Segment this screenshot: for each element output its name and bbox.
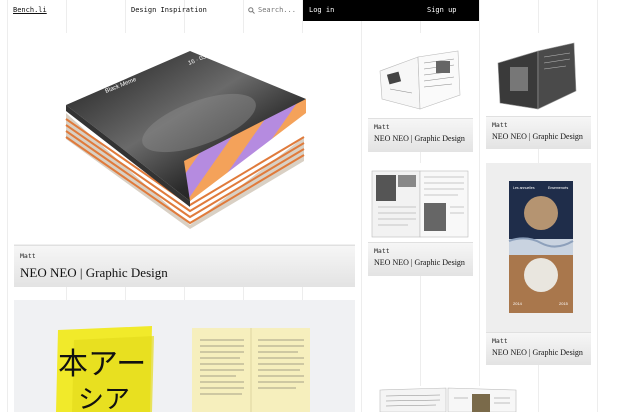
project-card[interactable]: Black Meme 16 · 03 · 01 Matt NEO NEO | G… — [14, 33, 355, 287]
signup-link[interactable]: Sign up — [427, 0, 457, 21]
nav-design-inspiration[interactable]: Design Inspiration — [131, 0, 207, 21]
login-link[interactable]: Log in — [309, 0, 334, 21]
card-caption: Matt NEO NEO | Graphic Design — [368, 242, 473, 276]
search-icon — [248, 7, 255, 14]
auth-bar: Log in Sign up — [303, 0, 479, 21]
project-card[interactable] — [376, 386, 521, 412]
project-card[interactable]: 本アー シア — [14, 300, 355, 412]
card-author[interactable]: Matt — [20, 252, 36, 260]
card-image-poster-circles: Les annuelles Ensemencés 2014 2015 — [486, 163, 591, 333]
grid-line — [597, 0, 598, 412]
card-author[interactable]: Matt — [374, 123, 390, 131]
svg-text:Les annuelles: Les annuelles — [513, 186, 535, 190]
card-caption: Matt NEO NEO | Graphic Design — [486, 332, 591, 365]
card-author[interactable]: Matt — [492, 121, 508, 129]
card-caption: Matt NEO NEO | Graphic Design — [14, 245, 355, 287]
card-image-open-magazine-white — [368, 33, 473, 119]
project-card[interactable]: Les annuelles Ensemencés 2014 2015 Matt … — [486, 163, 591, 365]
svg-text:2015: 2015 — [559, 301, 569, 306]
card-title[interactable]: NEO NEO | Graphic Design — [492, 348, 583, 357]
project-card[interactable]: Matt NEO NEO | Graphic Design — [368, 163, 473, 276]
search-box[interactable] — [248, 0, 302, 21]
card-image-stacked-magazines: Black Meme 16 · 03 · 01 — [14, 33, 355, 244]
grid-line — [361, 0, 362, 412]
card-author[interactable]: Matt — [374, 247, 390, 255]
card-image-yellow-booklet: 本アー シア — [14, 300, 355, 412]
card-author[interactable]: Matt — [492, 337, 508, 345]
svg-text:本アー: 本アー — [58, 347, 146, 382]
grid-line — [479, 0, 480, 412]
card-title[interactable]: NEO NEO | Graphic Design — [374, 258, 465, 267]
project-card[interactable]: Matt NEO NEO | Graphic Design — [368, 33, 473, 152]
card-image-open-magazine-spread — [368, 163, 473, 243]
svg-text:2014: 2014 — [513, 301, 523, 306]
svg-text:シア: シア — [78, 385, 130, 412]
grid-line — [7, 0, 8, 412]
site-logo[interactable]: Bench.li — [13, 0, 47, 21]
card-caption: Matt NEO NEO | Graphic Design — [368, 118, 473, 152]
card-image-open-magazine-dark — [486, 33, 591, 117]
card-title[interactable]: NEO NEO | Graphic Design — [20, 265, 168, 281]
project-card[interactable]: Matt NEO NEO | Graphic Design — [486, 33, 591, 149]
card-title[interactable]: NEO NEO | Graphic Design — [374, 134, 465, 143]
search-input[interactable] — [258, 0, 302, 21]
top-bar: Bench.li Design Inspiration Log in Sign … — [0, 0, 640, 21]
card-image-open-booklet — [376, 386, 521, 412]
card-title[interactable]: NEO NEO | Graphic Design — [492, 132, 583, 141]
svg-text:Ensemencés: Ensemencés — [548, 186, 568, 190]
card-caption: Matt NEO NEO | Graphic Design — [486, 116, 591, 149]
